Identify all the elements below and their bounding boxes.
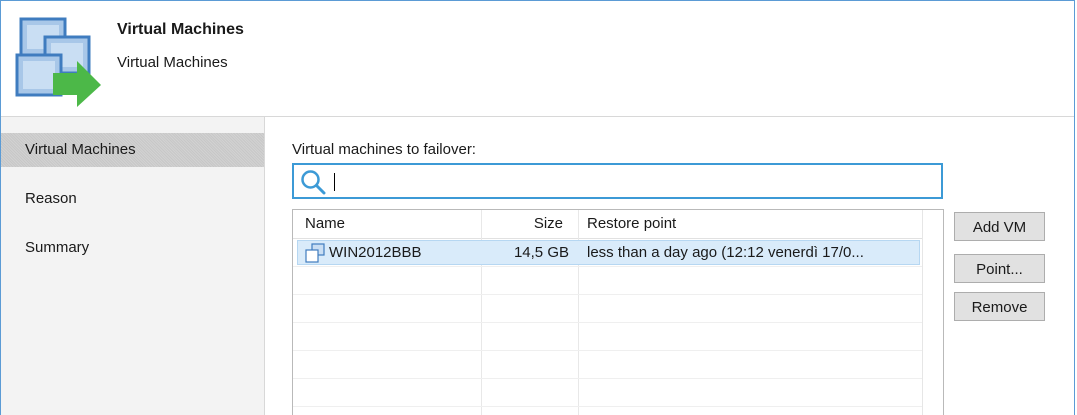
- vertical-scrollbar[interactable]: [922, 210, 943, 415]
- vm-size-cell: 14,5 GB: [513, 244, 569, 261]
- page-subtitle: Virtual Machines: [117, 54, 228, 71]
- row-grid-line: [293, 350, 943, 351]
- row-grid-line: [293, 322, 943, 323]
- text-caret: [334, 173, 335, 191]
- point-button[interactable]: Point...: [954, 254, 1045, 283]
- row-grid-line: [293, 294, 943, 295]
- wizard-steps-sidebar: Virtual Machines Reason Summary: [1, 117, 265, 415]
- main-panel: Virtual machines to failover: Name Size …: [265, 117, 1075, 415]
- row-grid-line: [293, 406, 943, 407]
- sidebar-item-summary[interactable]: Summary: [1, 231, 264, 265]
- vm-migrate-icon: [15, 17, 101, 107]
- sidebar-item-virtual-machines[interactable]: Virtual Machines: [1, 133, 264, 167]
- vm-list-label: Virtual machines to failover:: [292, 141, 476, 158]
- add-vm-button[interactable]: Add VM: [954, 212, 1045, 241]
- sidebar-item-reason[interactable]: Reason: [1, 182, 264, 216]
- wizard-header: Virtual Machines Virtual Machines: [1, 1, 1074, 117]
- column-header-restore-point[interactable]: Restore point: [587, 210, 676, 238]
- remove-button[interactable]: Remove: [954, 292, 1045, 321]
- search-input[interactable]: [334, 169, 934, 193]
- vm-table[interactable]: Name Size Restore point WIN2012BBB 14,5 …: [292, 209, 944, 415]
- search-icon: [301, 170, 326, 195]
- row-grid-line: [293, 266, 943, 267]
- column-header-size[interactable]: Size: [481, 210, 569, 238]
- vm-icon: [305, 243, 325, 263]
- table-header: Name Size Restore point: [293, 210, 943, 239]
- vm-name-cell: WIN2012BBB: [329, 244, 422, 261]
- search-box[interactable]: [292, 163, 943, 199]
- page-title: Virtual Machines: [117, 21, 244, 38]
- row-grid-line: [293, 378, 943, 379]
- vm-restore-point-cell: less than a day ago (12:12 venerdì 17/0.…: [587, 244, 864, 261]
- column-header-name[interactable]: Name: [305, 210, 345, 238]
